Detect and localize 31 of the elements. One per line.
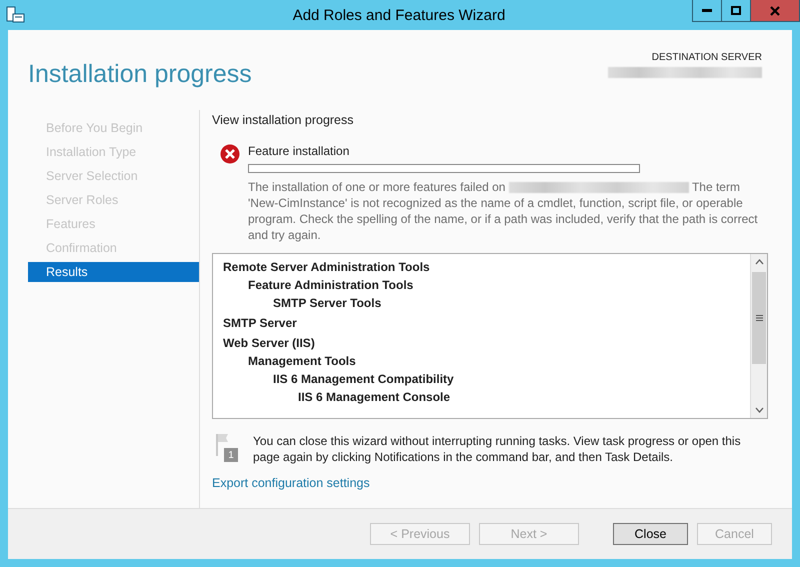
feature-item: IIS 6 Management Compatibility <box>272 371 455 388</box>
feature-item: Web Server (IIS) <box>223 335 316 352</box>
feature-item: SMTP Server <box>223 315 298 332</box>
scroll-down-icon <box>754 407 764 413</box>
close-icon <box>770 6 780 16</box>
task-label: Feature installation <box>248 144 350 158</box>
scrollbar[interactable] <box>750 254 767 418</box>
notice-text: You can close this wizard without interrupting running tasks. View task progress or open this page again by clicking Notifications in the command bar, and then Task Details. <box>253 433 742 465</box>
minimize-icon <box>702 8 712 12</box>
section-heading: View installation progress <box>212 113 355 127</box>
notification-count: 1 <box>224 448 238 462</box>
server-app-icon <box>6 6 26 24</box>
page-title: Installation progress <box>28 60 252 90</box>
window-title: Add Roles and Features Wizard <box>292 6 506 24</box>
wizard-step[interactable]: Results <box>28 262 199 282</box>
export-settings-link[interactable]: Export configuration settings <box>212 476 370 490</box>
close-window-button[interactable] <box>750 0 800 22</box>
wizard-button[interactable]: Close <box>613 523 688 545</box>
feature-item: Remote Server Administration Tools <box>223 259 431 276</box>
destination-server-label: DESTINATION SERVER <box>652 52 762 63</box>
feature-item: Management Tools <box>247 353 357 370</box>
grip-icon <box>756 315 762 321</box>
feature-item: Feature Administration Tools <box>247 277 414 294</box>
minimize-button[interactable] <box>692 0 722 22</box>
scroll-thumb[interactable] <box>752 272 766 364</box>
feature-item: SMTP Server Tools <box>272 295 382 312</box>
maximize-icon <box>731 6 741 15</box>
error-message: The installation of one or more features failed on The term 'New-CimInstance' is not recognized as the name of a cmdlet, function, script file, or operable program. Check the spelling of the name, or if a path was included, verify that the path is correct and try again. <box>248 179 759 243</box>
feature-item: IIS 6 Management Console <box>297 389 452 406</box>
scroll-up-icon <box>754 259 764 265</box>
flag-icon <box>215 433 229 457</box>
